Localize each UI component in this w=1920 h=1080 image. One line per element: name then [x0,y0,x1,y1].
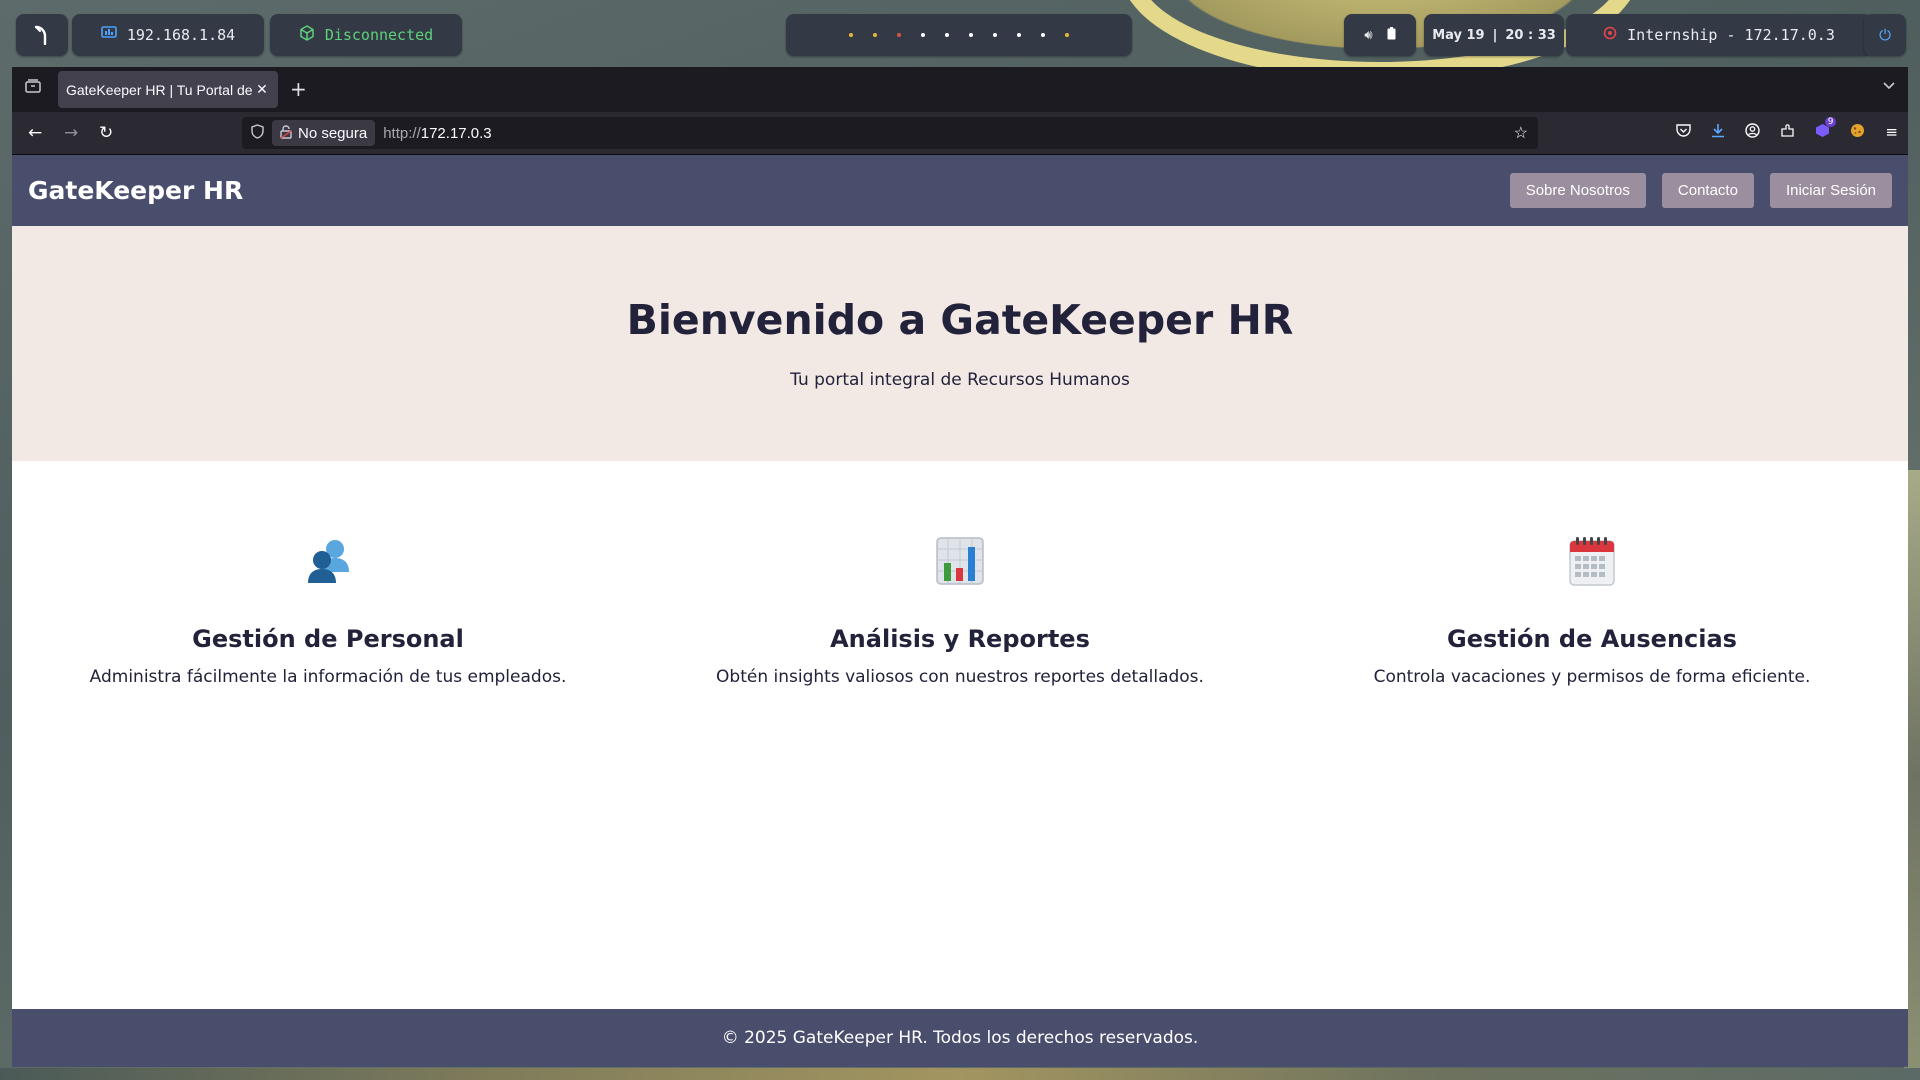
web-page: GateKeeper HR Sobre Nosotros Contacto In… [12,155,1908,1067]
kali-dragon-icon [34,25,47,45]
feature-title: Análisis y Reportes [830,625,1090,653]
new-tab-icon[interactable]: + [290,77,307,101]
download-icon[interactable] [1711,123,1725,142]
extension-icon[interactable]: 9 [1815,117,1837,142]
feature-card: Análisis y Reportes Obtén insights valio… [644,535,1276,687]
system-menu-button[interactable] [16,14,68,56]
feature-card: Gestión de Ausencias Controla vacaciones… [1276,535,1908,687]
hamburger-menu-icon[interactable]: ≡ [1885,123,1898,142]
workspace-dot[interactable] [1017,33,1021,37]
tab-active[interactable]: GateKeeper HR | Tu Portal de ✕ [58,71,278,108]
target-text: Internship - 172.17.0.3 [1627,26,1835,44]
feature-text: Obtén insights valiosos con nuestros rep… [716,667,1204,687]
tab-list-icon[interactable] [22,79,44,99]
about-button[interactable]: Sobre Nosotros [1509,173,1646,208]
bookmark-star-icon[interactable]: ☆ [1514,123,1528,143]
time-text: 20 : 33 [1505,27,1556,43]
site-brand[interactable]: GateKeeper HR [28,176,243,205]
close-tab-icon[interactable]: ✕ [254,81,270,98]
browser-window: GateKeeper HR | Tu Portal de ✕ + ← → ↻ N… [12,67,1908,1067]
footer-text: © 2025 GateKeeper HR. Todos los derechos… [721,1028,1199,1048]
pocket-icon[interactable] [1676,123,1692,142]
login-button[interactable]: Iniciar Sesión [1769,173,1892,208]
feature-title: Gestión de Personal [192,625,464,653]
shield-icon[interactable] [242,124,272,142]
power-button[interactable]: ⏻ [1864,14,1906,56]
cube-icon [299,25,315,45]
bar-chart-icon [644,535,1276,587]
navigation-toolbar: ← → ↻ No segura http://172.17.0.3 ☆ 9 ≡ [12,112,1908,155]
account-icon[interactable] [1745,123,1761,142]
chevron-down-icon[interactable] [1882,79,1896,95]
insecure-connection-badge[interactable]: No segura [272,120,376,146]
workspace-dot[interactable] [897,33,901,37]
url-host: 172.17.0.3 [420,124,492,142]
vpn-status-indicator[interactable]: Disconnected [270,14,462,56]
people-icon [12,535,644,587]
site-nav: Sobre Nosotros Contacto Iniciar Sesión [1509,173,1892,208]
workspace-switcher[interactable] [786,14,1132,56]
site-header: GateKeeper HR Sobre Nosotros Contacto In… [12,155,1908,226]
clock[interactable]: May 19 | 20 : 33 [1424,14,1564,56]
hero-subtitle: Tu portal integral de Recursos Humanos [790,370,1130,390]
site-footer: © 2025 GateKeeper HR. Todos los derechos… [12,1009,1908,1067]
feature-text: Administra fácilmente la información de … [89,667,567,687]
workspace-dot[interactable] [969,33,973,37]
wallpaper-bottom [0,1068,1920,1080]
reload-icon[interactable]: ↻ [99,123,113,143]
calendar-icon [1276,535,1908,587]
contact-button[interactable]: Contacto [1661,173,1754,208]
back-icon[interactable]: ← [28,123,42,143]
extension-badge: 9 [1824,117,1837,127]
feature-card: Gestión de Personal Administra fácilment… [12,535,644,687]
target-indicator[interactable]: Internship - 172.17.0.3 [1566,14,1872,56]
tray-controls: 🔊︎ [1344,14,1416,56]
insecure-label: No segura [298,124,368,142]
extensions-icon[interactable] [1780,123,1795,142]
feature-title: Gestión de Ausencias [1447,625,1737,653]
url-text: http://172.17.0.3 [383,125,491,142]
workspace-dot[interactable] [873,33,877,37]
battery-icon[interactable] [1387,26,1396,44]
network-icon [101,26,117,44]
clock-separator: | [1492,27,1498,43]
workspace-dot[interactable] [993,33,997,37]
power-icon: ⏻ [1879,26,1891,44]
insecure-lock-icon [280,124,292,142]
workspace-dot[interactable] [849,33,853,37]
cookie-icon[interactable] [1850,123,1865,142]
features-section: Gestión de Personal Administra fácilment… [12,461,1908,687]
tab-bar: GateKeeper HR | Tu Portal de ✕ + [12,67,1908,112]
local-ip-indicator[interactable]: 192.168.1.84 [72,14,264,56]
volume-icon[interactable]: 🔊︎ [1364,28,1372,43]
hero-title: Bienvenido a GateKeeper HR [626,296,1294,344]
workspace-dot[interactable] [921,33,925,37]
feature-text: Controla vacaciones y permisos de forma … [1373,667,1811,687]
target-icon [1603,26,1617,44]
workspace-dot[interactable] [1065,33,1069,37]
url-protocol: http:// [383,124,421,142]
workspace-dot[interactable] [1041,33,1045,37]
date-text: May 19 [1432,27,1485,43]
tab-title: GateKeeper HR | Tu Portal de [66,81,253,98]
workspace-dot[interactable] [945,33,949,37]
hero-section: Bienvenido a GateKeeper HR Tu portal int… [12,226,1908,461]
local-ip-text: 192.168.1.84 [126,26,236,44]
forward-icon[interactable]: → [64,123,78,143]
toolbar-icons: 9 ≡ [1676,117,1898,142]
vpn-status-text: Disconnected [324,26,434,44]
address-bar[interactable]: No segura http://172.17.0.3 ☆ [242,117,1538,149]
